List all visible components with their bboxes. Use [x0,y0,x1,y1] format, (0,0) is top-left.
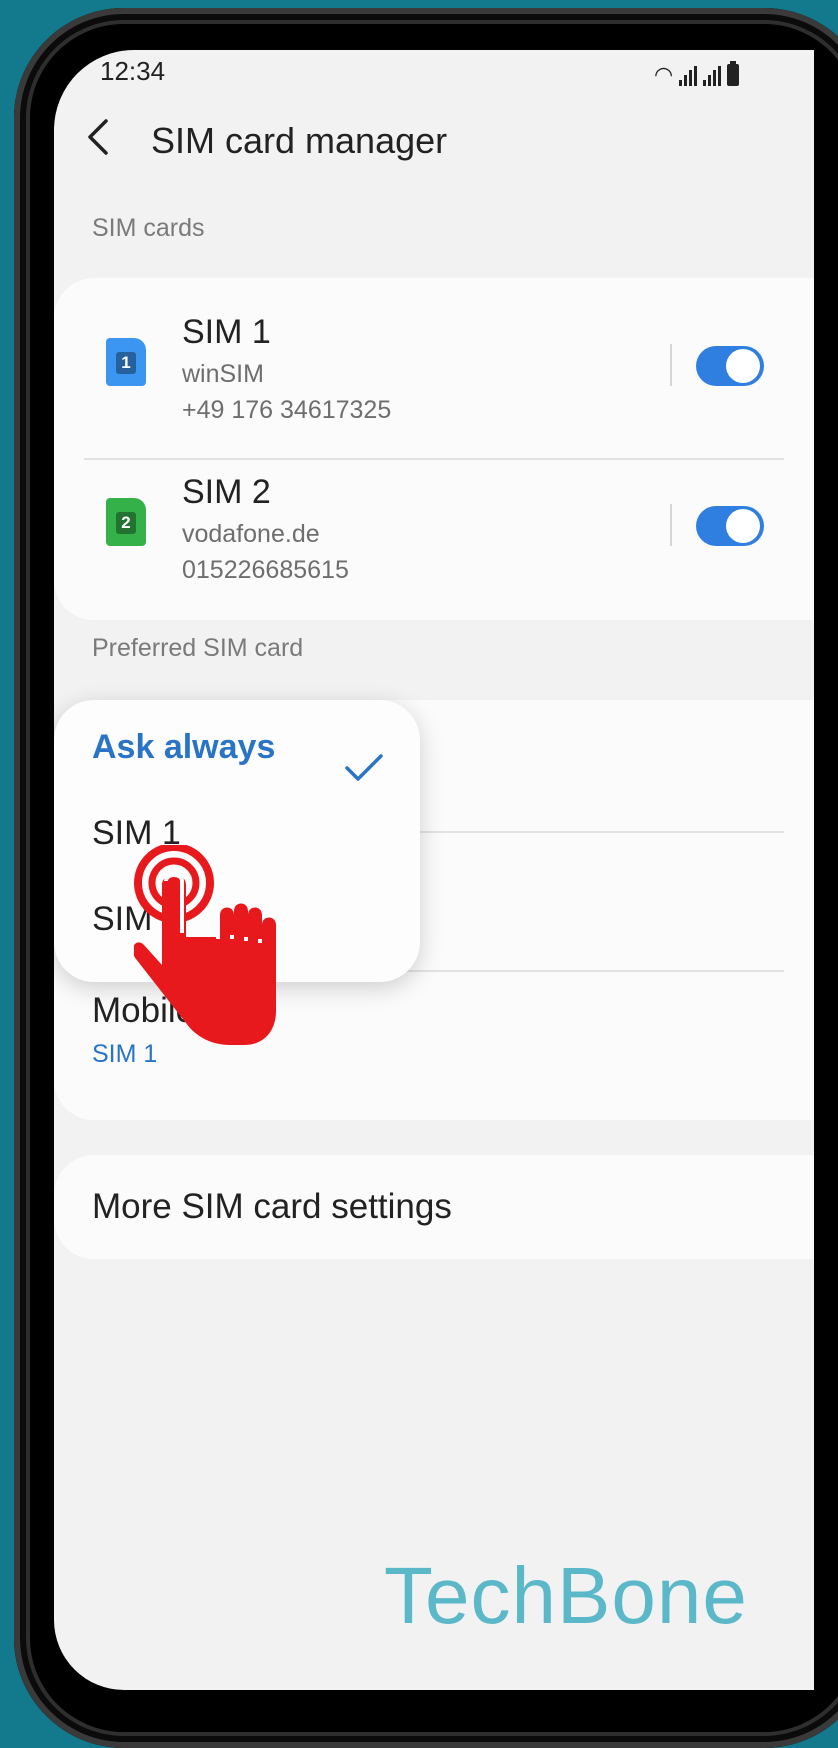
sim-row-2[interactable]: 2 SIM 2 vodafone.de 015226685615 [54,438,814,613]
wifi-icon: ◠ [654,62,674,87]
more-sim-settings-label: More SIM card settings [92,1187,452,1226]
more-sim-settings-item[interactable]: More SIM card settings [54,1155,814,1259]
divider [670,504,672,546]
sim-row-1[interactable]: 1 SIM 1 winSIM +49 176 34617325 [54,278,814,453]
chevron-left-icon [88,119,108,155]
signal-sim2-icon [703,66,722,86]
sim-cards-section-label: SIM cards [92,214,205,242]
checkmark-icon [344,750,384,792]
sim-carrier: vodafone.de [182,520,320,548]
techbone-watermark: TechBone [384,1551,748,1640]
sim2-icon: 2 [106,498,146,546]
status-time: 12:34 [100,56,166,86]
dropdown-option-ask-always[interactable]: Ask always [92,728,275,767]
sim1-icon: 1 [106,338,146,386]
sim1-toggle[interactable] [696,346,764,386]
sim-carrier: winSIM [182,360,264,388]
preferred-sim-section-label: Preferred SIM card [92,634,304,662]
sim-number: 015226685615 [182,556,349,584]
tap-hand-icon [134,845,276,1045]
phone-screen: 12:34 ◠ SIM card manager SIM cards 1 SIM… [54,50,814,1690]
battery-icon [727,61,740,86]
sim-name: SIM 2 [182,473,271,511]
sim-number: +49 176 34617325 [182,396,392,424]
signal-sim1-icon [679,66,698,86]
page-title: SIM card manager [151,120,448,161]
sim-name: SIM 1 [182,313,271,351]
status-icons: ◠ [654,58,740,87]
sim-cards-card: 1 SIM 1 winSIM +49 176 34617325 2 SIM 2 … [54,278,814,620]
back-button[interactable] [84,115,124,165]
divider [670,344,672,386]
sim2-toggle[interactable] [696,506,764,546]
